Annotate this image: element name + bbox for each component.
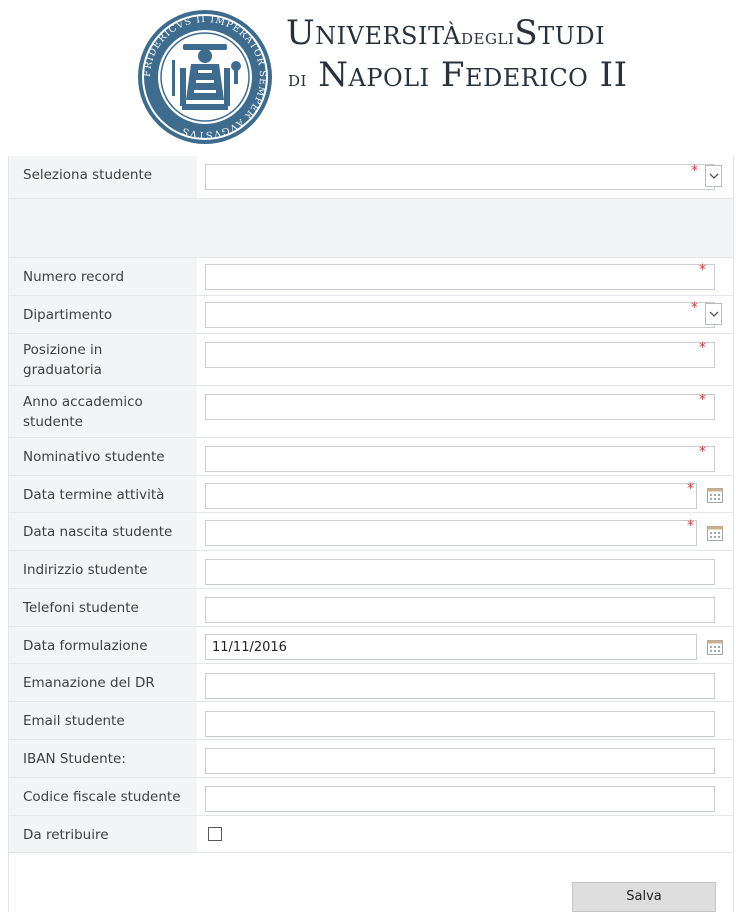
label-indirizzo: Indirizzio studente xyxy=(9,551,197,588)
label-iban: IBAN Studente: xyxy=(9,740,197,777)
required-marker: * xyxy=(691,163,698,179)
data-nascita-input[interactable] xyxy=(205,520,697,546)
row-da-retribuire: Da retribuire xyxy=(9,816,733,853)
field-data-formulazione: 11/11/2016 xyxy=(197,627,733,663)
title-word-degli: degli xyxy=(461,25,515,50)
emanazione-input[interactable] xyxy=(205,673,715,699)
label-spacer xyxy=(9,199,197,257)
title-word-di: di xyxy=(288,67,307,92)
field-posizione: * xyxy=(197,334,733,385)
label-nominativo: Nominativo studente xyxy=(9,438,197,475)
field-dipartimento: * xyxy=(197,296,733,333)
data-formulazione-input[interactable]: 11/11/2016 xyxy=(205,634,697,660)
field-emanazione xyxy=(197,664,733,701)
dropdown-button[interactable] xyxy=(705,165,722,187)
required-marker: * xyxy=(687,481,694,497)
field-data-termine: * xyxy=(197,476,733,512)
dipartimento-select[interactable] xyxy=(205,302,715,328)
da-retribuire-checkbox[interactable] xyxy=(208,827,222,841)
label-data-formulazione: Data formulazione xyxy=(9,627,197,663)
codice-fiscale-input[interactable] xyxy=(205,786,715,812)
header: FRIDERICVS II IMPERATOR SEMPER AVGVSTVS … xyxy=(8,0,734,157)
row-anno: Anno accademico studente * xyxy=(9,386,733,438)
field-telefoni xyxy=(197,589,733,626)
calendar-icon[interactable] xyxy=(707,639,723,655)
select-studente[interactable] xyxy=(205,164,715,190)
row-data-termine: Data termine attività * xyxy=(9,476,733,513)
field-indirizzo xyxy=(197,551,733,588)
label-numero-record: Numero record xyxy=(9,258,197,295)
row-codice-fiscale: Codice fiscale studente xyxy=(9,778,733,816)
field-iban xyxy=(197,740,733,777)
field-spacer xyxy=(197,199,733,257)
university-seal: FRIDERICVS II IMPERATOR SEMPER AVGVSTVS xyxy=(138,10,272,144)
label-anno: Anno accademico studente xyxy=(9,386,197,437)
telefoni-input[interactable] xyxy=(205,597,715,623)
required-marker: * xyxy=(699,340,706,356)
label-telefoni: Telefoni studente xyxy=(9,589,197,626)
label-posizione: Posizione in graduatoria xyxy=(9,334,197,385)
label-data-termine: Data termine attività xyxy=(9,476,197,512)
calendar-icon[interactable] xyxy=(707,525,723,541)
save-button[interactable]: Salva xyxy=(572,882,716,912)
field-email xyxy=(197,702,733,739)
field-anno: * xyxy=(197,386,733,437)
row-iban: IBAN Studente: xyxy=(9,740,733,778)
data-termine-input[interactable] xyxy=(205,483,697,509)
row-emanazione: Emanazione del DR xyxy=(9,664,733,702)
label-da-retribuire: Da retribuire xyxy=(9,816,197,852)
chevron-down-icon xyxy=(709,173,719,179)
indirizzo-input[interactable] xyxy=(205,559,715,585)
required-marker: * xyxy=(699,262,706,278)
posizione-input[interactable] xyxy=(205,342,715,368)
label-seleziona-studente: Seleziona studente xyxy=(9,156,197,198)
label-dipartimento: Dipartimento xyxy=(9,296,197,333)
numero-record-input[interactable] xyxy=(205,264,715,290)
row-data-nascita: Data nascita studente * xyxy=(9,513,733,551)
iban-input[interactable] xyxy=(205,748,715,774)
row-numero-record: Numero record * xyxy=(9,258,733,296)
row-indirizzo: Indirizzio studente xyxy=(9,551,733,589)
chevron-down-icon xyxy=(709,311,719,317)
field-numero-record: * xyxy=(197,258,733,295)
row-nominativo: Nominativo studente * xyxy=(9,438,733,476)
title-word-universita: Università xyxy=(286,13,462,53)
required-marker: * xyxy=(691,300,698,316)
title-word-studi: Studi xyxy=(514,13,606,53)
label-data-nascita: Data nascita studente xyxy=(9,513,197,550)
row-spacer xyxy=(9,199,733,258)
row-data-formulazione: Data formulazione 11/11/2016 xyxy=(9,627,733,664)
field-codice-fiscale xyxy=(197,778,733,815)
label-emanazione: Emanazione del DR xyxy=(9,664,197,701)
row-dipartimento: Dipartimento * xyxy=(9,296,733,334)
field-nominativo: * xyxy=(197,438,733,475)
nominativo-input[interactable] xyxy=(205,446,715,472)
university-name: UniversitàdegliStudi di Napoli Federico … xyxy=(286,16,628,92)
anno-input[interactable] xyxy=(205,394,715,420)
dropdown-button[interactable] xyxy=(705,303,722,325)
title-word-napoli: Napoli Federico II xyxy=(318,55,628,95)
row-telefoni: Telefoni studente xyxy=(9,589,733,627)
field-data-nascita: * xyxy=(197,513,733,550)
field-da-retribuire xyxy=(197,816,733,852)
email-input[interactable] xyxy=(205,711,715,737)
field-seleziona-studente: * xyxy=(197,156,733,198)
row-email: Email studente xyxy=(9,702,733,740)
required-marker: * xyxy=(699,392,706,408)
calendar-icon[interactable] xyxy=(707,487,723,503)
row-posizione: Posizione in graduatoria * xyxy=(9,334,733,386)
label-codice-fiscale: Codice fiscale studente xyxy=(9,778,197,815)
row-seleziona-studente: Seleziona studente * xyxy=(9,156,733,199)
required-marker: * xyxy=(699,444,706,460)
label-email: Email studente xyxy=(9,702,197,739)
required-marker: * xyxy=(687,518,694,534)
